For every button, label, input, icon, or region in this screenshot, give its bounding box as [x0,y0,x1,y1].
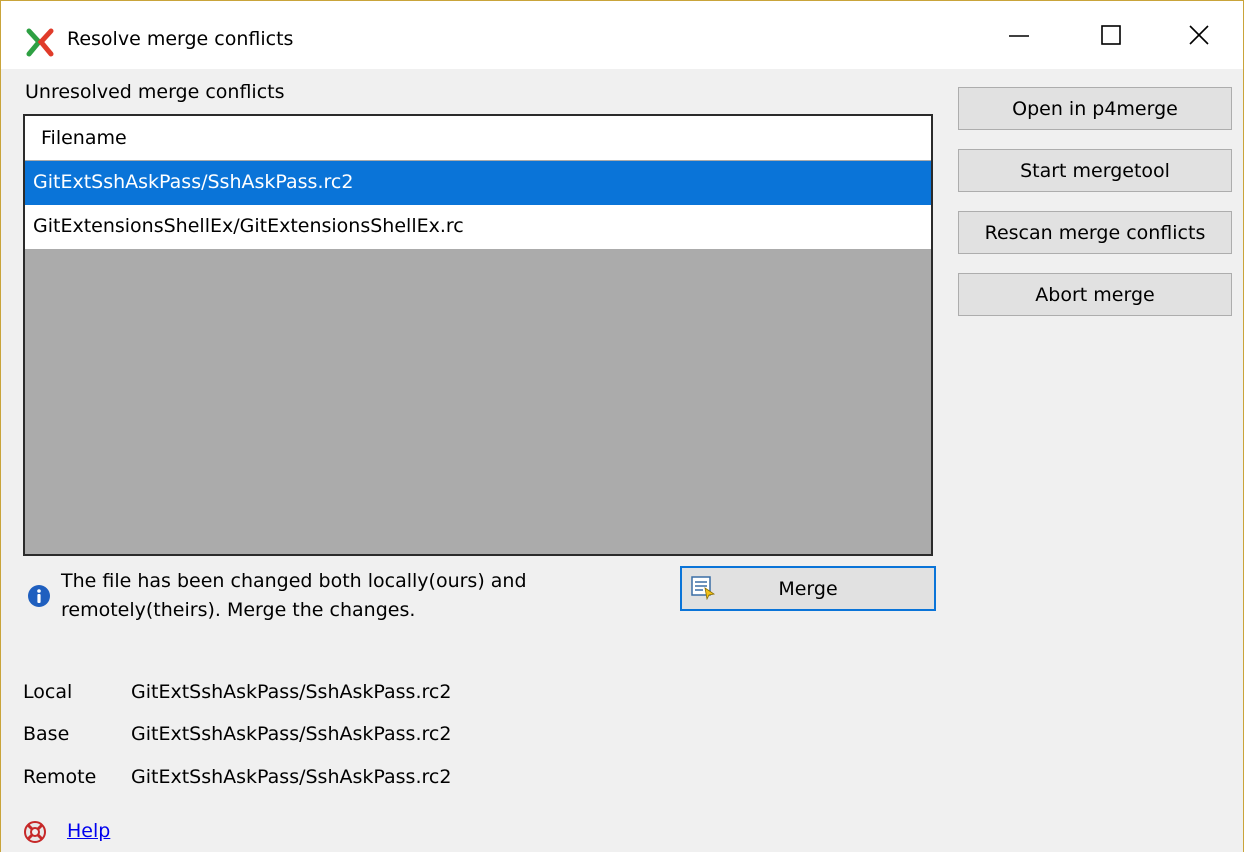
lifebuoy-help-icon [24,821,46,843]
close-button[interactable] [1153,1,1244,69]
title-bar[interactable]: Resolve merge conflicts [1,1,1243,69]
start-mergetool-button[interactable]: Start mergetool [958,149,1232,192]
window-title: Resolve merge conflicts [67,28,294,50]
git-extensions-app-icon [26,28,54,57]
conflicts-list[interactable]: Filename GitExtSshAskPass/SshAskPass.rc2… [23,114,933,556]
maximize-icon [1101,25,1121,45]
merge-button[interactable]: Merge [680,566,936,611]
help-link[interactable]: Help [67,820,110,842]
local-value: GitExtSshAskPass/SshAskPass.rc2 [131,681,452,703]
conflict-info-message: The file has been changed both locally(o… [61,570,527,621]
rescan-merge-conflicts-button[interactable]: Rescan merge conflicts [958,211,1232,254]
list-item-filename: GitExtensionsShellEx/GitExtensionsShellE… [33,215,464,237]
info-icon [28,585,50,607]
filename-column-label: Filename [41,127,127,149]
list-item[interactable]: GitExtensionsShellEx/GitExtensionsShellE… [25,205,931,249]
filename-column-header[interactable]: Filename [25,116,931,160]
maximize-button[interactable] [1065,1,1157,69]
abort-merge-button[interactable]: Abort merge [958,273,1232,316]
close-icon [1189,25,1209,45]
list-item[interactable]: GitExtSshAskPass/SshAskPass.rc2 [25,161,931,205]
open-in-p4merge-button[interactable]: Open in p4merge [958,87,1232,130]
remote-label: Remote [23,766,97,788]
remote-value: GitExtSshAskPass/SshAskPass.rc2 [131,766,452,788]
base-label: Base [23,723,70,745]
local-label: Local [23,681,73,703]
minimize-icon [1009,35,1029,37]
unresolved-conflicts-label: Unresolved merge conflicts [25,81,285,103]
resolve-merge-conflicts-window: Resolve merge conflicts Unresolved merge… [0,0,1244,852]
base-value: GitExtSshAskPass/SshAskPass.rc2 [131,723,452,745]
list-item-filename: GitExtSshAskPass/SshAskPass.rc2 [33,171,354,193]
merge-button-label: Merge [778,578,838,600]
minimize-button[interactable] [973,1,1065,69]
